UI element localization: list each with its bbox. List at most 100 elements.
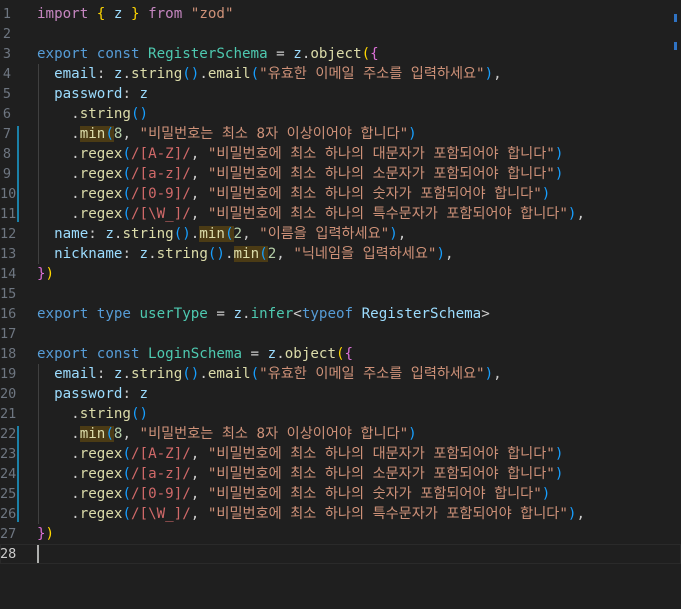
code-token: : <box>96 366 114 382</box>
code-token: string <box>79 406 131 422</box>
code-editor[interactable]: 1 import { z } from "zod" 2 3 export const R… <box>0 0 681 609</box>
code-line[interactable]: 8 .regex(/[A-Z]/, "비밀번호에 최소 하나의 대문자가 포함되… <box>0 144 681 164</box>
code-line[interactable]: 10 .regex(/[0-9]/, "비밀번호에 최소 하나의 숫자가 포함되… <box>0 184 681 204</box>
code-token: object <box>284 346 336 362</box>
code-line[interactable]: 25 .regex(/[0-9]/, "비밀번호에 최소 하나의 숫자가 포함되… <box>0 484 681 504</box>
line-number: 6 <box>2 106 11 122</box>
code-line[interactable]: 4 email: z.string().email("유효한 이메일 주소를 입… <box>0 64 681 84</box>
code-line[interactable]: 2 <box>0 24 681 44</box>
code-token: "비밀번호는 최소 8자 이상이어야 합니다" <box>139 426 409 442</box>
code-line[interactable]: 5 password: z <box>0 84 681 104</box>
code-line[interactable]: 3 export const RegisterSchema = z.object(… <box>0 44 681 64</box>
code-token: ) <box>408 126 417 142</box>
line-number: 12 <box>0 226 17 242</box>
code-token: ) <box>554 446 564 462</box>
code-token: "비밀번호에 최소 하나의 특수문자가 포함되어야 합니다" <box>207 506 568 522</box>
overview-ruler-mark[interactable] <box>674 42 677 50</box>
code-token: infer <box>250 306 294 322</box>
code-token: ( <box>122 146 131 162</box>
code-token: "zod" <box>190 6 234 22</box>
code-token: ) <box>45 266 55 282</box>
code-line[interactable]: 11 .regex(/[\W_]/, "비밀번호에 최소 하나의 특수문자가 포… <box>0 204 681 224</box>
code-token: z <box>233 306 243 322</box>
line-number: 1 <box>2 6 11 22</box>
code-line[interactable]: 7 .min(8, "비밀번호는 최소 8자 이상이어야 합니다") <box>0 124 681 144</box>
line-number: 11 <box>0 206 17 222</box>
code-token: 2 <box>267 246 277 262</box>
code-line[interactable]: 26 .regex(/[\W_]/, "비밀번호에 최소 하나의 특수문자가 포… <box>0 504 681 524</box>
code-token: min <box>199 226 225 242</box>
code-line[interactable]: 24 .regex(/[a-z]/, "비밀번호에 최소 하나의 소문자가 포함… <box>0 464 681 484</box>
code-token: . <box>148 246 157 262</box>
code-line[interactable]: 14}) <box>0 264 681 284</box>
code-token: "비밀번호에 최소 하나의 특수문자가 포함되어야 합니다" <box>207 206 568 222</box>
line-number: 14 <box>0 266 17 282</box>
line-number: 19 <box>0 366 17 382</box>
code-token: RegisterSchema <box>361 306 482 322</box>
code-token: , <box>190 466 208 482</box>
code-token: } <box>37 526 46 542</box>
code-token: "비밀번호에 최소 하나의 숫자가 포함되어야 합니다" <box>207 186 542 202</box>
code-token: . <box>37 186 80 202</box>
code-line[interactable]: 6 .string() <box>0 104 681 124</box>
code-token: ( <box>105 426 114 442</box>
code-line[interactable]: 13 nickname: z.string().min(2, "닉네임을 입력하… <box>0 244 681 264</box>
code-token: = <box>207 306 234 322</box>
code-text: export type userType = z.infer<typeof Re… <box>37 304 490 324</box>
code-line[interactable]: 23 .regex(/[A-Z]/, "비밀번호에 최소 하나의 대문자가 포함… <box>0 444 681 464</box>
line-number: 25 <box>0 486 17 502</box>
code-token: , <box>122 126 140 142</box>
code-line[interactable]: 21 .string() <box>0 404 681 424</box>
code-token: , <box>190 486 208 502</box>
line-number: 9 <box>2 166 11 182</box>
code-token: = <box>267 46 294 62</box>
code-token: regex <box>79 186 123 202</box>
code-line[interactable]: 18 export const LoginSchema = z.object({ <box>0 344 681 364</box>
code-line[interactable]: 20 password: z <box>0 384 681 404</box>
code-token: /[A-Z]/ <box>130 446 191 462</box>
line-number: 15 <box>0 286 17 302</box>
code-token: /[0-9]/ <box>130 486 191 502</box>
code-token: "비밀번호에 최소 하나의 대문자가 포함되어야 합니다" <box>207 146 555 162</box>
code-token: regex <box>79 506 123 522</box>
code-token: . <box>37 126 80 142</box>
code-line[interactable]: 15 <box>0 284 681 304</box>
code-text: .regex(/[\W_]/, "비밀번호에 최소 하나의 특수문자가 포함되어… <box>37 204 585 224</box>
code-line[interactable]: 16 export type userType = z.infer<typeof … <box>0 304 681 324</box>
code-text: password: z <box>37 384 148 404</box>
code-token: "비밀번호에 최소 하나의 숫자가 포함되어야 합니다" <box>207 486 542 502</box>
code-token: /[a-z]/ <box>130 166 191 182</box>
code-token: export type <box>37 306 140 322</box>
code-token: string <box>79 106 131 122</box>
code-line[interactable]: 22 .min(8, "비밀번호는 최소 8자 이상이어야 합니다") <box>0 424 681 444</box>
code-token: password <box>54 386 123 402</box>
code-token: /[A-Z]/ <box>130 146 191 162</box>
code-token: ( <box>259 246 268 262</box>
code-line[interactable]: 9 .regex(/[a-z]/, "비밀번호에 최소 하나의 소문자가 포함되… <box>0 164 681 184</box>
code-token: . <box>37 406 80 422</box>
overview-ruler-mark[interactable] <box>674 14 677 22</box>
code-line[interactable]: 19 email: z.string().email("유효한 이메일 주소를 … <box>0 364 681 384</box>
code-line[interactable]: 28 <box>0 544 681 564</box>
code-token: export const <box>37 46 149 62</box>
code-text: .min(8, "비밀번호는 최소 8자 이상이어야 합니다") <box>37 424 417 444</box>
code-token: ) <box>541 186 551 202</box>
code-line[interactable]: 27}) <box>0 524 681 544</box>
code-token: "비밀번호에 최소 하나의 소문자가 포함되어야 합니다" <box>207 166 555 182</box>
code-token: ) <box>436 246 445 262</box>
code-token: . <box>37 506 80 522</box>
line-number: 22 <box>0 426 17 442</box>
code-line[interactable]: 12 name: z.string().min(2, "이름을 입력하세요"), <box>0 224 681 244</box>
code-line[interactable]: 17 <box>0 324 681 344</box>
code-token: RegisterSchema <box>148 46 268 62</box>
code-token: , <box>242 226 260 242</box>
code-token: . <box>37 206 80 222</box>
code-token: userType <box>139 306 208 322</box>
code-token: ) <box>484 366 494 382</box>
code-token: /[0-9]/ <box>130 186 191 202</box>
code-token: "유효한 이메일 주소를 입력하세요" <box>259 66 485 82</box>
code-token: : <box>88 226 106 242</box>
code-token: . <box>37 446 80 462</box>
code-line[interactable]: 1 import { z } from "zod" <box>0 4 681 24</box>
